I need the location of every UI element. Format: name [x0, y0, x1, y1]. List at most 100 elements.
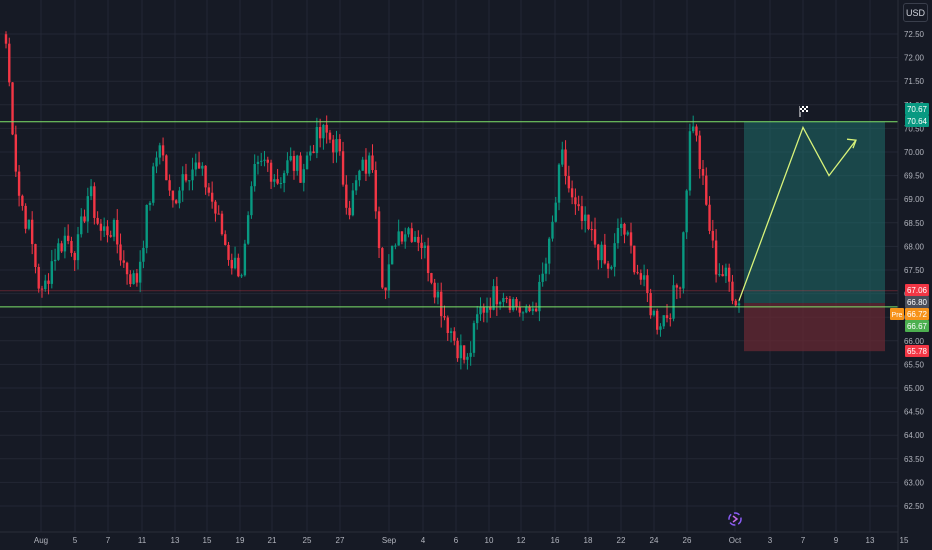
candle-body [459, 345, 463, 359]
candle-body [665, 315, 669, 319]
price-tick-label: 68.00 [904, 242, 925, 251]
candle-body [443, 316, 446, 318]
candle-body [430, 273, 433, 283]
price-chart[interactable]: 72.5072.0071.5071.0070.5070.0069.5069.00… [0, 0, 932, 550]
price-tick-label: 63.50 [904, 455, 925, 464]
candle [250, 181, 253, 219]
candle-body [224, 234, 227, 245]
candle-body [233, 257, 237, 269]
candle-body [705, 175, 708, 205]
candle-body [116, 219, 119, 245]
candle-body [672, 285, 675, 319]
candle-body [423, 245, 427, 248]
candle-body [446, 317, 449, 333]
time-tick-label: 13 [171, 536, 180, 545]
price-tag-label: 66.72 [907, 310, 928, 319]
price-tick-label: 63.00 [904, 478, 925, 487]
candle-body [505, 298, 508, 300]
time-tick-label: 25 [303, 536, 312, 545]
candle-body [436, 291, 440, 298]
candle-body [377, 211, 381, 249]
candle-body [557, 164, 561, 203]
candle [8, 37, 11, 87]
candle [220, 210, 224, 236]
time-tick-label: 5 [73, 536, 78, 545]
candle-body [207, 187, 211, 193]
candle-body [580, 206, 584, 221]
time-tick-label: 24 [650, 536, 659, 545]
candle-body [711, 230, 715, 241]
price-tick-label: 67.50 [904, 266, 925, 275]
candle-body [613, 243, 616, 267]
candle-body [273, 179, 276, 182]
candle [299, 152, 302, 183]
candle-body [197, 162, 201, 169]
candle [37, 263, 40, 293]
candle [381, 246, 384, 290]
candle-body [184, 174, 188, 181]
time-tick-label: 26 [683, 536, 692, 545]
price-tag: 70.64 [905, 115, 929, 127]
candle [587, 214, 590, 231]
candle-body [512, 299, 515, 310]
candle-body [462, 345, 466, 360]
candle-body [675, 285, 679, 288]
candle-body [570, 188, 574, 198]
candle-body [541, 273, 544, 282]
candle-body [597, 244, 600, 261]
candle-body [737, 303, 741, 306]
candle-body [361, 159, 364, 171]
candle-body [603, 244, 607, 264]
candle-body [476, 314, 479, 324]
candle-body [70, 240, 73, 253]
candle-body [286, 160, 289, 174]
price-tag: 67.06 [905, 284, 929, 296]
candle-body [63, 235, 67, 252]
price-tick-label: 72.50 [904, 30, 925, 39]
candle-body [655, 310, 659, 330]
candle-body [482, 306, 485, 313]
candle-body [669, 318, 672, 320]
price-tick-label: 64.00 [904, 431, 925, 440]
candle-body [204, 165, 207, 188]
candle-body [390, 245, 394, 265]
candle-body [584, 214, 587, 221]
candle [688, 123, 692, 196]
candle-body [400, 231, 404, 242]
price-axis[interactable]: 72.5072.0071.5071.0070.5070.0069.5069.00… [904, 30, 925, 511]
candle-body [73, 252, 76, 261]
candle-body [106, 226, 109, 236]
candle-body [50, 261, 54, 284]
candle-body [469, 352, 472, 357]
candle-body [289, 156, 292, 161]
candle [649, 288, 652, 319]
candle-body [237, 257, 240, 277]
candle-body [341, 151, 345, 185]
candle-body [345, 184, 348, 208]
candle-body [495, 286, 499, 305]
candle-body [292, 156, 296, 171]
price-tag: 66.67 [905, 320, 929, 332]
candle-body [407, 228, 410, 235]
price-tick-label: 68.50 [904, 219, 925, 228]
candle-body [659, 326, 662, 330]
candle-body [433, 282, 436, 298]
candle-body [335, 139, 338, 153]
candle-body [8, 43, 11, 83]
candle-body [210, 192, 214, 202]
candle-body [243, 243, 247, 276]
currency-button[interactable]: USD [903, 3, 928, 22]
candle-body [548, 238, 551, 264]
candle-body [685, 190, 688, 233]
candle-body [322, 124, 325, 139]
candle-body [449, 331, 453, 333]
candle-body [109, 235, 112, 237]
candle [430, 272, 433, 285]
candle-body [472, 323, 476, 353]
candle [27, 219, 31, 231]
candle-body [354, 180, 358, 191]
candle-body [40, 288, 44, 290]
candle-body [47, 280, 50, 284]
time-tick-label: 11 [138, 536, 147, 545]
candle-body [269, 162, 273, 182]
